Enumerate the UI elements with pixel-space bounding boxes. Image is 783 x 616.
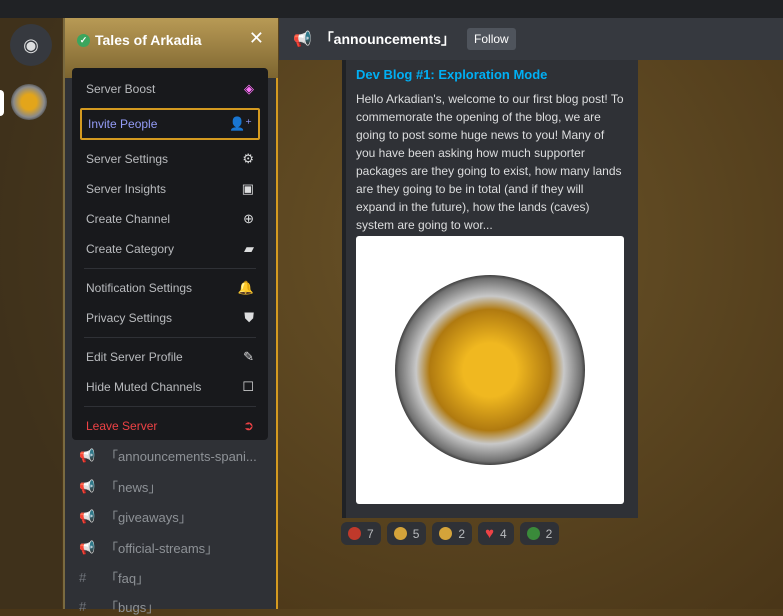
channel-item[interactable]: 📢 「announcements-spani... bbox=[79, 446, 257, 465]
menu-item-server-boost[interactable]: Server Boost ◈ bbox=[80, 74, 260, 104]
channel-item[interactable]: # 「faq」 bbox=[79, 568, 149, 587]
embed-image[interactable] bbox=[356, 236, 624, 504]
menu-item-create-category[interactable]: Create Category ▰ bbox=[80, 234, 260, 264]
verified-check-icon: ✓ bbox=[77, 33, 90, 47]
plus-circle-icon: ⊕ bbox=[243, 211, 254, 226]
coin-emoji-icon bbox=[439, 527, 453, 540]
channel-item[interactable]: 📢 「news」 bbox=[79, 477, 161, 496]
reaction-count: 7 bbox=[367, 526, 374, 541]
megaphone-icon: 📢 bbox=[293, 31, 312, 48]
message-embed: Dev Blog #1: Exploration Mode Hello Arka… bbox=[342, 60, 638, 518]
channel-label: 「faq」 bbox=[105, 571, 150, 586]
reaction-button[interactable]: 5 bbox=[386, 522, 427, 545]
title-bar bbox=[0, 0, 783, 18]
menu-label: Create Channel bbox=[86, 212, 171, 226]
reaction-button[interactable]: 2 bbox=[519, 522, 560, 545]
server-dropdown-menu: Server Boost ◈ Invite People 👤⁺ Server Set… bbox=[72, 68, 268, 440]
bell-icon: 🔔 bbox=[237, 280, 254, 295]
coin-emoji-icon bbox=[393, 527, 407, 540]
reaction-button[interactable]: 7 bbox=[341, 522, 381, 545]
menu-item-hide-muted-channels[interactable]: Hide Muted Channels ☐ bbox=[80, 372, 260, 402]
heart-emoji-icon: ♥ bbox=[485, 525, 494, 542]
reaction-count: 2 bbox=[458, 526, 466, 541]
pencil-icon: ✎ bbox=[243, 349, 254, 364]
server-icon-tales-of-arkadia[interactable] bbox=[11, 84, 47, 120]
dragon-coin-logo bbox=[395, 275, 585, 465]
insights-icon: ▣ bbox=[241, 181, 254, 196]
channel-item[interactable]: 📢 「giveaways」 bbox=[79, 507, 192, 526]
selected-server-indicator bbox=[0, 90, 4, 116]
megaphone-icon: 📢 bbox=[79, 478, 96, 494]
reaction-button[interactable]: ♥ 4 bbox=[478, 522, 514, 545]
megaphone-icon: 📢 bbox=[79, 539, 96, 555]
close-menu-icon[interactable]: ✕ bbox=[249, 28, 264, 49]
channel-item[interactable]: 📢 「official-streams」 bbox=[79, 538, 218, 557]
reaction-count: 5 bbox=[412, 526, 420, 541]
hashtag-icon: # bbox=[79, 570, 87, 585]
menu-label: Server Insights bbox=[86, 182, 167, 196]
menu-item-invite-people[interactable]: Invite People 👤⁺ bbox=[80, 108, 260, 140]
discord-home-button[interactable]: ◉ bbox=[10, 24, 52, 66]
menu-divider bbox=[84, 406, 256, 407]
channel-label: 「official-streams」 bbox=[105, 541, 219, 556]
menu-item-notification-settings[interactable]: Notification Settings 🔔 bbox=[80, 273, 260, 303]
channel-header: 📢 「announcements」 Follow bbox=[279, 18, 783, 60]
menu-divider bbox=[84, 337, 256, 338]
menu-label: Server Boost bbox=[86, 82, 156, 96]
checkbox-icon: ☐ bbox=[242, 379, 254, 394]
hashtag-icon: # bbox=[79, 599, 87, 614]
channel-item[interactable]: # 「bugs」 bbox=[79, 597, 159, 616]
megaphone-icon: 📢 bbox=[79, 508, 96, 524]
follow-button[interactable]: Follow bbox=[467, 28, 516, 50]
megaphone-icon: 📢 bbox=[79, 447, 96, 463]
embed-title-link[interactable]: Dev Blog #1: Exploration Mode bbox=[356, 67, 624, 82]
discord-logo-icon: ◉ bbox=[23, 34, 39, 55]
menu-divider bbox=[84, 268, 256, 269]
leave-icon: ➲ bbox=[243, 418, 254, 433]
shield-icon: ⛊ bbox=[244, 310, 254, 325]
embed-description: Hello Arkadian's, welcome to our first b… bbox=[356, 92, 624, 232]
boost-gem-icon: ◈ bbox=[244, 81, 254, 96]
channel-title: 「announcements」 bbox=[319, 31, 456, 47]
menu-label: Leave Server bbox=[86, 419, 158, 433]
server-name-header[interactable]: ✓ Tales of Arkadia bbox=[77, 32, 202, 48]
server-name: Tales of Arkadia bbox=[95, 32, 202, 48]
menu-label: Edit Server Profile bbox=[86, 350, 183, 364]
reaction-count: 4 bbox=[499, 526, 507, 541]
menu-item-leave-server[interactable]: Leave Server ➲ bbox=[80, 411, 260, 441]
menu-label: Privacy Settings bbox=[86, 311, 173, 325]
pepe-emoji-icon bbox=[348, 527, 361, 540]
menu-label: Notification Settings bbox=[86, 281, 193, 295]
gear-icon: ⚙ bbox=[242, 151, 254, 166]
reactions-bar: 7 5 2 ♥ 4 2 bbox=[341, 522, 560, 545]
channel-label: 「announcements-spani... bbox=[105, 449, 257, 464]
reaction-button[interactable]: 2 bbox=[432, 522, 473, 545]
menu-item-privacy-settings[interactable]: Privacy Settings ⛊ bbox=[80, 303, 260, 333]
channel-label: 「giveaways」 bbox=[105, 510, 192, 525]
menu-item-server-insights[interactable]: Server Insights ▣ bbox=[80, 174, 260, 204]
menu-label: Hide Muted Channels bbox=[86, 380, 202, 394]
menu-label: Create Category bbox=[86, 242, 175, 256]
pepe-emoji-icon bbox=[526, 527, 540, 540]
folder-plus-icon: ▰ bbox=[244, 241, 254, 256]
channel-label: 「news」 bbox=[105, 480, 162, 495]
menu-item-create-channel[interactable]: Create Channel ⊕ bbox=[80, 204, 260, 234]
menu-label: Invite People bbox=[88, 117, 158, 131]
add-user-icon: 👤⁺ bbox=[228, 116, 252, 131]
menu-label: Server Settings bbox=[86, 152, 169, 166]
menu-item-edit-server-profile[interactable]: Edit Server Profile ✎ bbox=[80, 342, 260, 372]
menu-item-server-settings[interactable]: Server Settings ⚙ bbox=[80, 144, 260, 174]
reaction-count: 2 bbox=[545, 526, 553, 541]
channel-label: 「bugs」 bbox=[105, 600, 160, 615]
